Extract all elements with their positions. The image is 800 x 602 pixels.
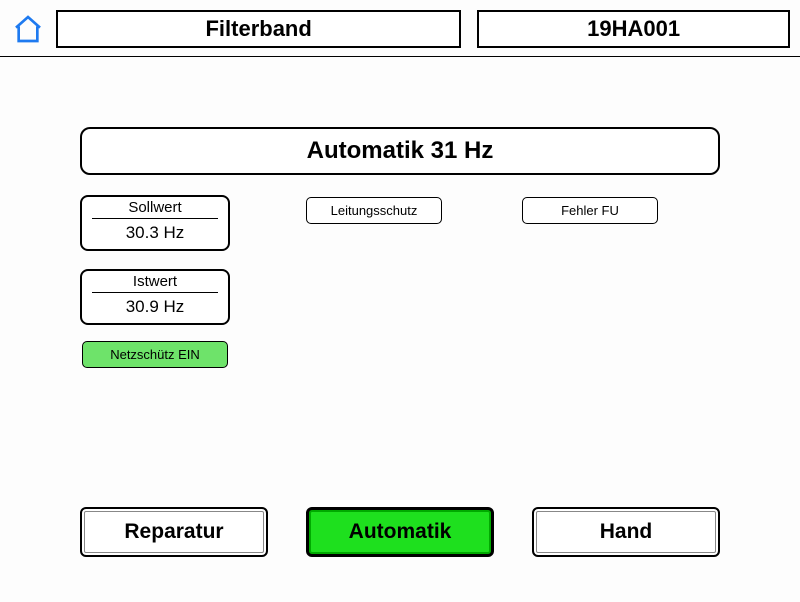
actual-value: 30.9 Hz (82, 293, 228, 323)
indicator-row: Leitungsschutz Fehler FU (306, 195, 658, 224)
actual-label: Istwert (82, 271, 228, 290)
home-icon[interactable] (10, 11, 46, 47)
page-title: Filterband (56, 10, 461, 48)
mode-buttons: Reparatur Automatik Hand (80, 507, 720, 557)
actual-box: Istwert 30.9 Hz (80, 269, 230, 325)
netzschuetz-indicator: Netzschütz EIN (82, 341, 228, 368)
reparatur-button[interactable]: Reparatur (80, 507, 268, 557)
main-area: Automatik 31 Hz Sollwert 30.3 Hz Istwert… (0, 57, 800, 368)
leitungsschutz-indicator: Leitungsschutz (306, 197, 442, 224)
fehler-fu-indicator: Fehler FU (522, 197, 658, 224)
status-display: Automatik 31 Hz (80, 127, 720, 175)
setpoint-label: Sollwert (82, 197, 228, 216)
header-bar: Filterband 19HA001 (0, 0, 800, 57)
hand-button[interactable]: Hand (532, 507, 720, 557)
values-column: Sollwert 30.3 Hz Istwert 30.9 Hz Netzsch… (80, 195, 230, 368)
device-code: 19HA001 (477, 10, 790, 48)
setpoint-box: Sollwert 30.3 Hz (80, 195, 230, 251)
automatik-button[interactable]: Automatik (306, 507, 494, 557)
setpoint-value: 30.3 Hz (82, 219, 228, 249)
